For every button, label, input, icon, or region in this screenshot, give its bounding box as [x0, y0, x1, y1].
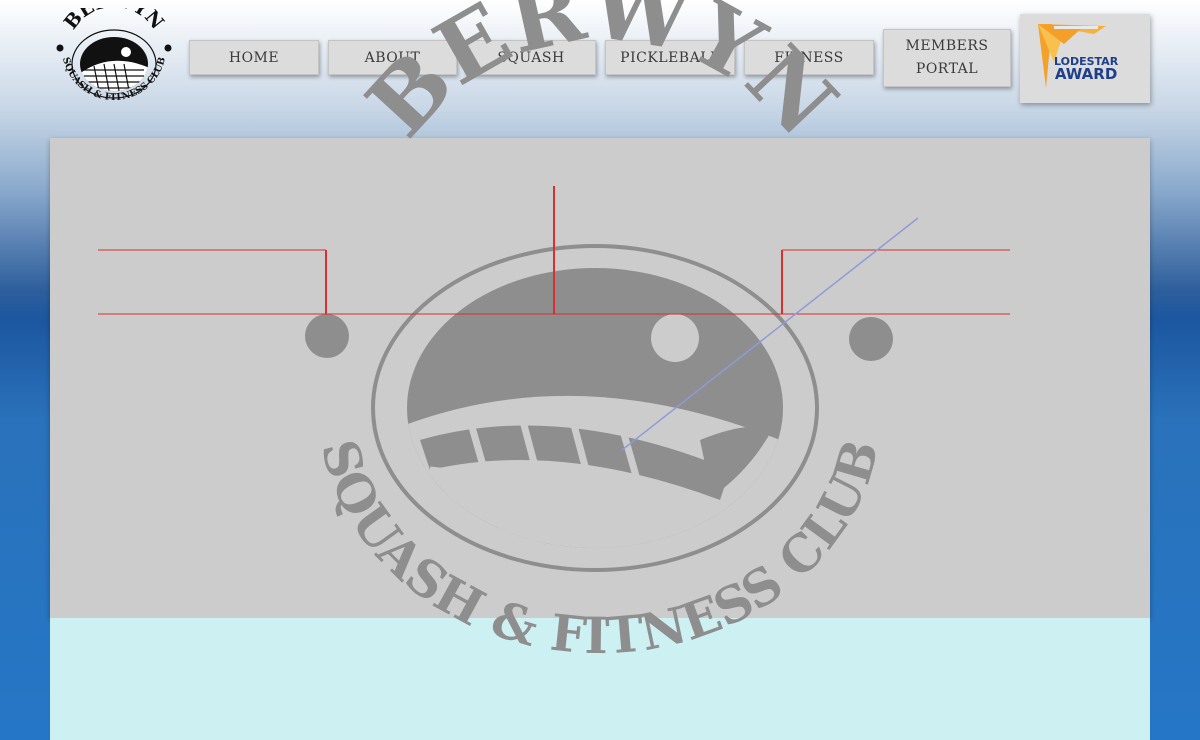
- members-portal-line2: PORTAL: [915, 61, 979, 77]
- members-portal-line1: MEMBERS: [905, 38, 989, 54]
- nav-pickleball-button[interactable]: PICKLEBALL: [605, 40, 735, 75]
- hero-banner: [50, 138, 1150, 618]
- nav-home-button[interactable]: HOME: [189, 40, 319, 75]
- lodestar-award-badge[interactable]: LODESTAR AWARD: [1020, 14, 1150, 103]
- award-text: LODESTAR AWARD: [1054, 55, 1118, 83]
- award-line2: AWARD: [1054, 65, 1118, 83]
- watermark-top-text: BERWYN: [346, 0, 857, 156]
- nav-members-portal-button[interactable]: MEMBERS PORTAL: [883, 29, 1011, 87]
- header-logo[interactable]: BERWYN SQUASH & FITNESS CLUB: [54, 8, 174, 108]
- nav-about-button[interactable]: ABOUT: [328, 40, 457, 75]
- nav-fitness-button[interactable]: FITNESS: [744, 40, 874, 75]
- nav-squash-button[interactable]: SQUASH: [466, 40, 596, 75]
- main-content-area: [50, 618, 1150, 740]
